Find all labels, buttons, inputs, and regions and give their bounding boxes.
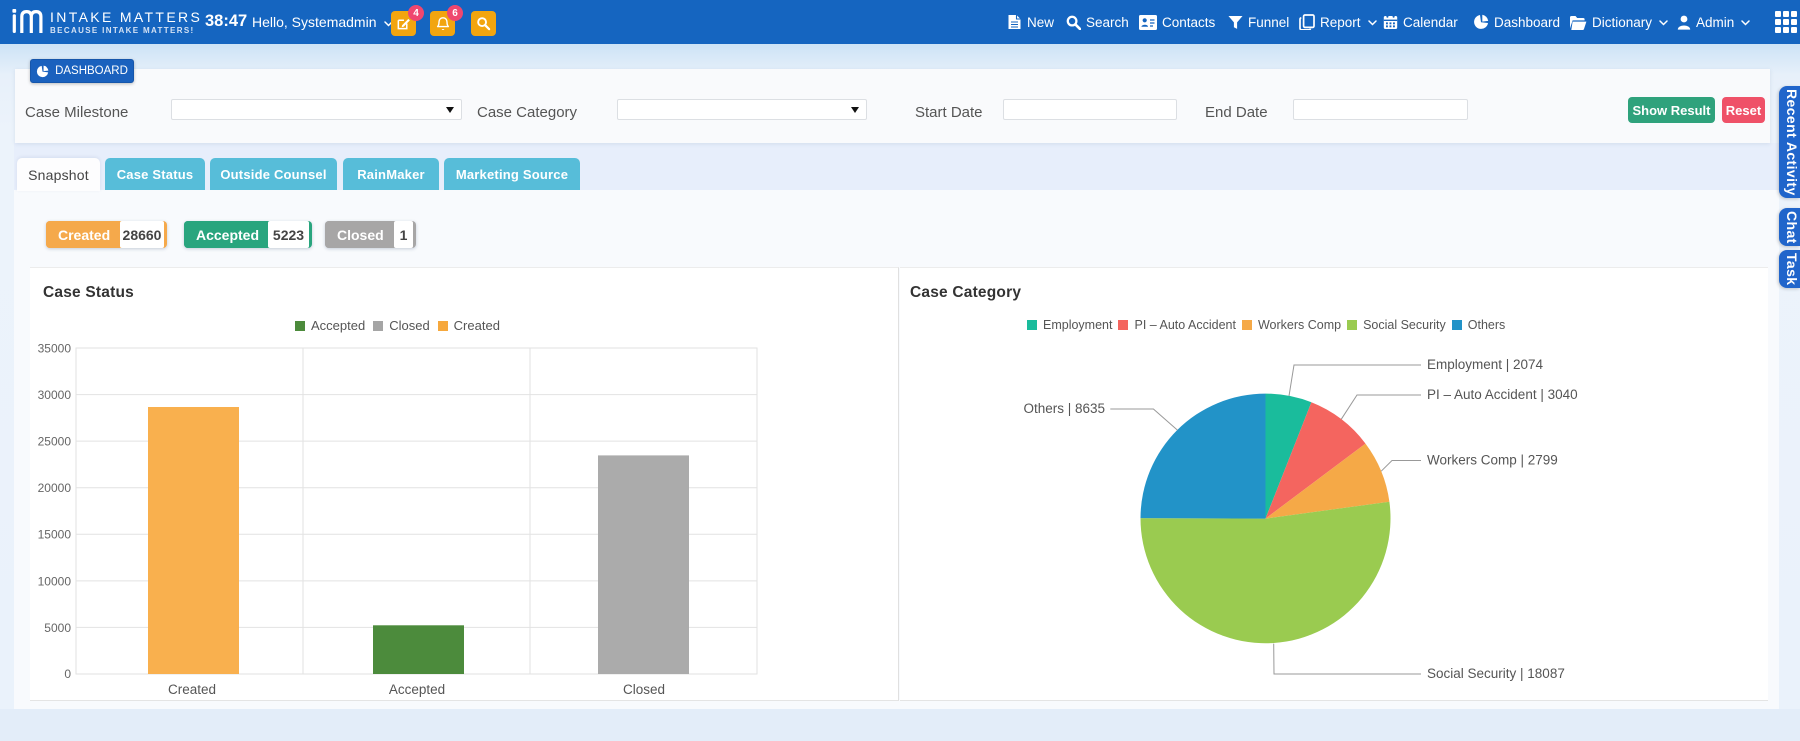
svg-text:Created: Created (168, 682, 216, 697)
svg-text:Social Security | 18087: Social Security | 18087 (1427, 666, 1565, 681)
svg-text:30000: 30000 (38, 388, 72, 402)
svg-text:Closed: Closed (623, 682, 665, 697)
svg-text:10000: 10000 (38, 574, 72, 588)
svg-text:Accepted: Accepted (389, 682, 445, 697)
svg-text:20000: 20000 (38, 481, 72, 495)
svg-text:0: 0 (64, 667, 71, 681)
svg-text:25000: 25000 (38, 435, 72, 449)
svg-text:35000: 35000 (38, 341, 72, 355)
svg-text:5000: 5000 (44, 621, 71, 635)
svg-text:PI – Auto Accident | 3040: PI – Auto Accident | 3040 (1427, 387, 1578, 402)
svg-text:15000: 15000 (38, 528, 72, 542)
svg-text:Others | 8635: Others | 8635 (1023, 401, 1105, 416)
svg-text:Workers Comp | 2799: Workers Comp | 2799 (1427, 453, 1558, 468)
svg-text:Employment | 2074: Employment | 2074 (1427, 357, 1544, 372)
